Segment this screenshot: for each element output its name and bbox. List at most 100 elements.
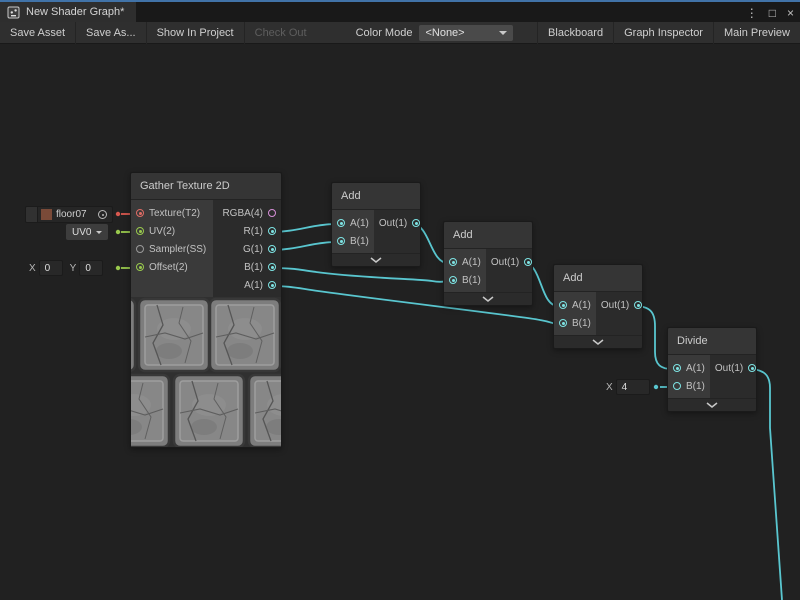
- port-b[interactable]: [337, 237, 345, 245]
- port-label: A(1): [350, 218, 369, 229]
- node-title[interactable]: Add: [554, 265, 642, 292]
- output-ports: Out(1): [596, 292, 647, 335]
- main-preview-button[interactable]: Main Preview: [713, 22, 800, 44]
- texture-object-field[interactable]: floor07: [25, 206, 113, 223]
- port-row: A(1): [444, 253, 486, 271]
- port-texture[interactable]: [136, 209, 144, 217]
- port-label: UV(2): [149, 226, 175, 237]
- output-ports: Out(1): [486, 249, 537, 292]
- tab-new-shader-graph[interactable]: New Shader Graph*: [0, 2, 136, 22]
- port-a[interactable]: [449, 258, 457, 266]
- graph-inspector-button[interactable]: Graph Inspector: [613, 22, 713, 44]
- toolbar: Save Asset Save As... Show In Project Ch…: [0, 22, 800, 44]
- node-divide[interactable]: Divide A(1) B(1) Out(1): [667, 327, 757, 412]
- port-row: Out(1): [710, 359, 761, 377]
- port-row: Out(1): [374, 214, 425, 232]
- port-b[interactable]: [559, 319, 567, 327]
- port-sampler[interactable]: [136, 245, 144, 253]
- collapse-bar[interactable]: [554, 335, 642, 348]
- port-a[interactable]: [268, 281, 276, 289]
- node-body: A(1) B(1) Out(1): [444, 249, 532, 292]
- node-title[interactable]: Add: [444, 222, 532, 249]
- save-as-button[interactable]: Save As...: [76, 22, 147, 44]
- port-b[interactable]: [268, 263, 276, 271]
- color-mode-dropdown[interactable]: <None>: [419, 25, 513, 41]
- port-label: A(1): [462, 257, 481, 268]
- port-label: B(1): [572, 318, 591, 329]
- blackboard-button[interactable]: Blackboard: [537, 22, 613, 44]
- shader-graph-window: Gather Texture 2D Texture(T2) UV(2) Samp…: [0, 0, 800, 600]
- collapse-bar[interactable]: [668, 398, 756, 411]
- port-row: Sampler(SS): [131, 240, 213, 258]
- port-b[interactable]: [449, 276, 457, 284]
- node-add-1[interactable]: Add A(1) B(1) Out(1): [331, 182, 421, 267]
- uv-channel-widget: UV0: [66, 224, 108, 240]
- show-in-project-button[interactable]: Show In Project: [147, 22, 245, 44]
- shader-graph-icon: [7, 6, 20, 19]
- collapse-bar[interactable]: [444, 292, 532, 305]
- output-ports: Out(1): [374, 210, 425, 253]
- port-label: A(1): [572, 300, 591, 311]
- port-a[interactable]: [673, 364, 681, 372]
- node-title[interactable]: Add: [332, 183, 420, 210]
- port-row: Texture(T2): [131, 204, 213, 222]
- port-b[interactable]: [673, 382, 681, 390]
- maximize-icon[interactable]: □: [769, 4, 776, 22]
- divide-b-widget: X 4: [606, 379, 650, 395]
- node-body: A(1) B(1) Out(1): [332, 210, 420, 253]
- window-controls: ⋮ □ ×: [746, 4, 794, 22]
- node-add-3[interactable]: Add A(1) B(1) Out(1): [553, 264, 643, 349]
- port-rgba[interactable]: [268, 209, 276, 217]
- node-title[interactable]: Divide: [668, 328, 756, 355]
- check-out-button: Check Out: [245, 22, 317, 44]
- port-label: A(1): [244, 280, 263, 291]
- port-row: A(1): [213, 276, 281, 294]
- port-row: A(1): [332, 214, 374, 232]
- texture-wire-dot: [116, 212, 120, 216]
- uv-channel-value: UV0: [72, 227, 91, 238]
- port-label: R(1): [244, 226, 263, 237]
- offset-vector-widget: X 0 Y 0: [29, 260, 103, 276]
- uv-channel-dropdown[interactable]: UV0: [66, 224, 108, 240]
- port-g[interactable]: [268, 245, 276, 253]
- port-out[interactable]: [748, 364, 756, 372]
- texture-object-field-widget: floor07: [25, 206, 113, 223]
- node-add-2[interactable]: Add A(1) B(1) Out(1): [443, 221, 533, 306]
- wire-b-to-add2-b[interactable]: [272, 268, 448, 282]
- node-gather-texture-2d[interactable]: Gather Texture 2D Texture(T2) UV(2) Samp…: [130, 172, 282, 448]
- offset-y-field[interactable]: 0: [79, 260, 103, 276]
- port-row: UV(2): [131, 222, 213, 240]
- save-asset-button[interactable]: Save Asset: [0, 22, 76, 44]
- color-mode-label: Color Mode: [349, 27, 420, 39]
- port-uv[interactable]: [136, 227, 144, 235]
- offset-wire-dot: [116, 266, 120, 270]
- node-title[interactable]: Gather Texture 2D: [131, 173, 281, 200]
- port-a[interactable]: [337, 219, 345, 227]
- input-ports: A(1) B(1): [668, 355, 710, 398]
- port-label: RGBA(4): [222, 208, 263, 219]
- port-label: B(1): [462, 275, 481, 286]
- tab-bar: New Shader Graph* ⋮ □ ×: [0, 0, 800, 22]
- window-menu-icon[interactable]: ⋮: [746, 4, 758, 22]
- port-out[interactable]: [634, 301, 642, 309]
- port-row: B(1): [213, 258, 281, 276]
- port-out[interactable]: [524, 258, 532, 266]
- offset-x-field[interactable]: 0: [39, 260, 63, 276]
- divide-b-field[interactable]: 4: [616, 379, 650, 395]
- port-r[interactable]: [268, 227, 276, 235]
- port-offset[interactable]: [136, 263, 144, 271]
- close-icon[interactable]: ×: [787, 4, 794, 22]
- port-label: Out(1): [491, 257, 519, 268]
- output-ports: Out(1): [710, 355, 761, 398]
- port-row: Offset(2): [131, 258, 213, 276]
- x4-wire-dot: [654, 385, 658, 389]
- chevron-down-icon: [482, 296, 494, 302]
- port-label: Out(1): [601, 300, 629, 311]
- object-picker-icon[interactable]: [98, 210, 107, 219]
- port-row: R(1): [213, 222, 281, 240]
- port-row: Out(1): [596, 296, 647, 314]
- port-a[interactable]: [559, 301, 567, 309]
- input-ports: A(1) B(1): [332, 210, 374, 253]
- collapse-bar[interactable]: [332, 253, 420, 266]
- port-out[interactable]: [412, 219, 420, 227]
